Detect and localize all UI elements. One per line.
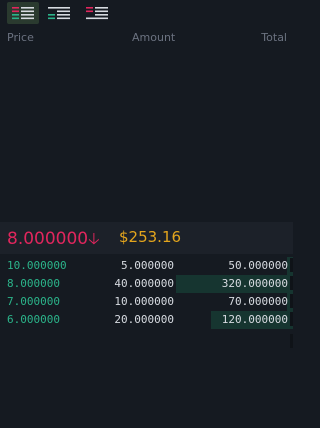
orderbook-bids-icon bbox=[48, 7, 70, 20]
edge-marker bbox=[290, 334, 293, 348]
bid-amount: 20.000000 bbox=[114, 313, 174, 326]
edge-marker bbox=[290, 312, 293, 326]
bid-row[interactable]: 7.000000 10.000000 70.000000 bbox=[0, 293, 293, 311]
bid-total: 320.000000 bbox=[221, 277, 288, 290]
bid-price: 10.000000 bbox=[7, 259, 67, 272]
bid-amount: 40.000000 bbox=[114, 277, 174, 290]
column-headers: Price Amount Total bbox=[0, 31, 293, 47]
bids-list: 10.000000 5.000000 50.000000 8.000000 40.000… bbox=[0, 257, 293, 329]
bid-row[interactable]: 6.000000 20.000000 120.000000 bbox=[0, 311, 293, 329]
last-price-bar: 8.000000🡣 $253.16 bbox=[0, 222, 293, 254]
orderbook-asks-icon bbox=[86, 7, 108, 20]
asks-only-view-button[interactable] bbox=[81, 2, 113, 24]
usd-price: $253.16 bbox=[119, 228, 182, 246]
bid-total: 120.000000 bbox=[221, 313, 288, 326]
bid-row[interactable]: 8.000000 40.000000 320.000000 bbox=[0, 275, 293, 293]
bid-amount: 10.000000 bbox=[114, 295, 174, 308]
edge-marker bbox=[290, 258, 293, 272]
bid-total: 50.000000 bbox=[228, 259, 288, 272]
orderbook-both-icon bbox=[12, 7, 34, 20]
bid-amount: 5.000000 bbox=[121, 259, 174, 272]
bid-price: 7.000000 bbox=[7, 295, 60, 308]
arrow-down-icon: 🡣 bbox=[88, 229, 100, 248]
total-column-header: Total bbox=[261, 31, 287, 44]
edge-marker bbox=[290, 276, 293, 290]
bid-price: 6.000000 bbox=[7, 313, 60, 326]
last-price: 8.000000🡣 bbox=[7, 229, 100, 249]
orderbook-toolbar bbox=[0, 0, 293, 28]
bid-price: 8.000000 bbox=[7, 277, 60, 290]
amount-column-header: Amount bbox=[132, 31, 176, 44]
price-column-header: Price bbox=[7, 31, 34, 44]
bid-row[interactable]: 10.000000 5.000000 50.000000 bbox=[0, 257, 293, 275]
both-sides-view-button[interactable] bbox=[7, 2, 39, 24]
bids-only-view-button[interactable] bbox=[43, 2, 75, 24]
edge-marker bbox=[290, 294, 293, 308]
bid-total: 70.000000 bbox=[228, 295, 288, 308]
